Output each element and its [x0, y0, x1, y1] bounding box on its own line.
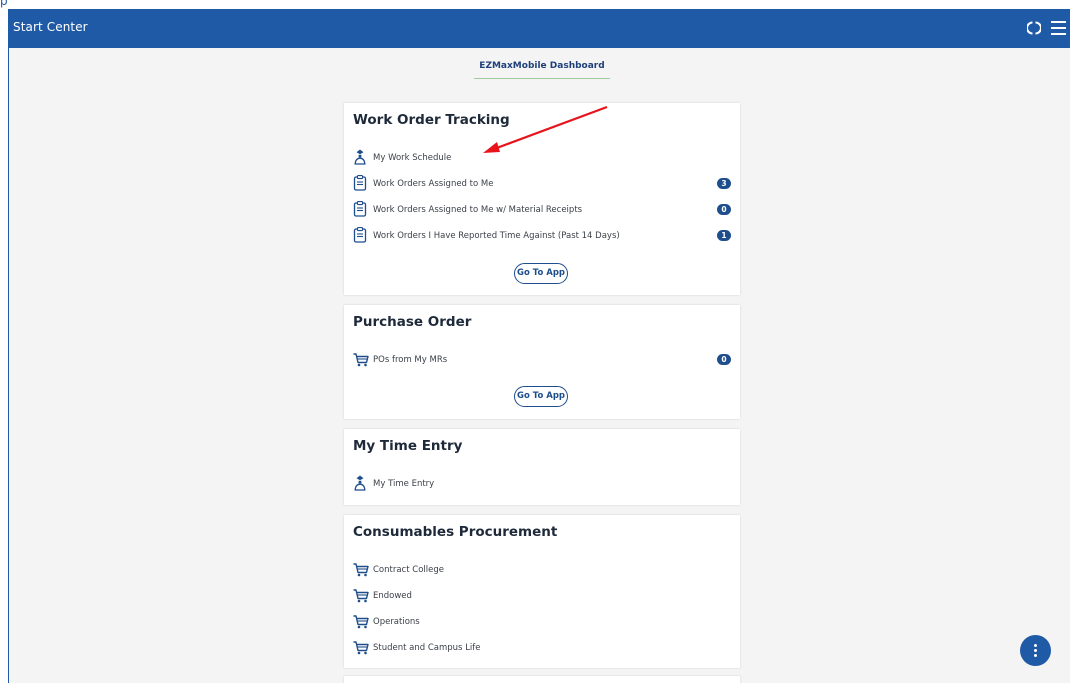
- person-icon: [353, 149, 367, 165]
- sync-icon[interactable]: [1027, 20, 1041, 36]
- cart-icon: [353, 641, 369, 655]
- list-item-label: My Time Entry: [373, 479, 435, 489]
- list-item-label: Work Orders Assigned to Me w/ Material R…: [373, 205, 583, 215]
- card-purchase-order: Purchase Order POs from My MRs 0 Go To A…: [344, 305, 740, 419]
- cropped-top-text: p: [0, 0, 1070, 9]
- count-badge: 3: [717, 178, 731, 189]
- list-item-label: Contract College: [373, 565, 444, 575]
- list-item-work-orders-reported-time[interactable]: Work Orders I Have Reported Time Against…: [353, 226, 731, 246]
- person-icon: [353, 475, 367, 491]
- count-badge: 0: [717, 354, 731, 365]
- card-partial: [344, 676, 740, 683]
- card-work-order-tracking: Work Order Tracking My Work Schedule Wor…: [344, 103, 740, 295]
- card-consumables-procurement: Consumables Procurement Contract College…: [344, 515, 740, 668]
- list-item-my-work-schedule[interactable]: My Work Schedule: [353, 148, 731, 168]
- tab-ezmaxmobile-dashboard[interactable]: EZMaxMobile Dashboard: [474, 58, 610, 79]
- go-to-app-button[interactable]: Go To App: [514, 386, 568, 407]
- list-item-endowed[interactable]: Endowed: [353, 586, 731, 606]
- clipboard-icon: [353, 227, 367, 243]
- app-frame: Start Center EZMaxMobile Dashboard Work …: [8, 9, 1070, 683]
- list-item-work-orders-assigned[interactable]: Work Orders Assigned to Me 3: [353, 174, 731, 194]
- cart-icon: [353, 615, 369, 629]
- list-item-label: My Work Schedule: [373, 153, 452, 163]
- list-item-contract-college[interactable]: Contract College: [353, 560, 731, 580]
- list-item-label: Endowed: [373, 591, 412, 601]
- card-title: Purchase Order: [353, 314, 472, 330]
- app-header: Start Center: [9, 9, 1070, 48]
- list-item-label: Work Orders Assigned to Me: [373, 179, 494, 189]
- hamburger-menu-icon[interactable]: [1051, 21, 1066, 35]
- list-item-label: Operations: [373, 617, 420, 627]
- card-my-time-entry: My Time Entry My Time Entry: [344, 429, 740, 505]
- clipboard-icon: [353, 175, 367, 191]
- list-item-my-time-entry[interactable]: My Time Entry: [353, 474, 731, 494]
- go-to-app-button[interactable]: Go To App: [514, 263, 568, 284]
- card-title: Work Order Tracking: [353, 112, 510, 128]
- list-item-label: Work Orders I Have Reported Time Against…: [373, 231, 620, 241]
- cart-icon: [353, 563, 369, 577]
- list-item-pos-from-my-mrs[interactable]: POs from My MRs 0: [353, 350, 731, 370]
- list-item-label: POs from My MRs: [373, 355, 448, 365]
- list-item-student-campus-life[interactable]: Student and Campus Life: [353, 638, 731, 658]
- more-options-button[interactable]: [1020, 635, 1051, 666]
- cart-icon: [353, 589, 369, 603]
- count-badge: 0: [717, 204, 731, 215]
- count-badge: 1: [717, 230, 731, 241]
- card-title: My Time Entry: [353, 438, 463, 454]
- app-title: Start Center: [13, 20, 88, 34]
- list-item-operations[interactable]: Operations: [353, 612, 731, 632]
- list-item-work-orders-material-receipts[interactable]: Work Orders Assigned to Me w/ Material R…: [353, 200, 731, 220]
- cart-icon: [353, 353, 369, 367]
- card-title: Consumables Procurement: [353, 524, 558, 540]
- list-item-label: Student and Campus Life: [373, 643, 481, 653]
- clipboard-icon: [353, 201, 367, 217]
